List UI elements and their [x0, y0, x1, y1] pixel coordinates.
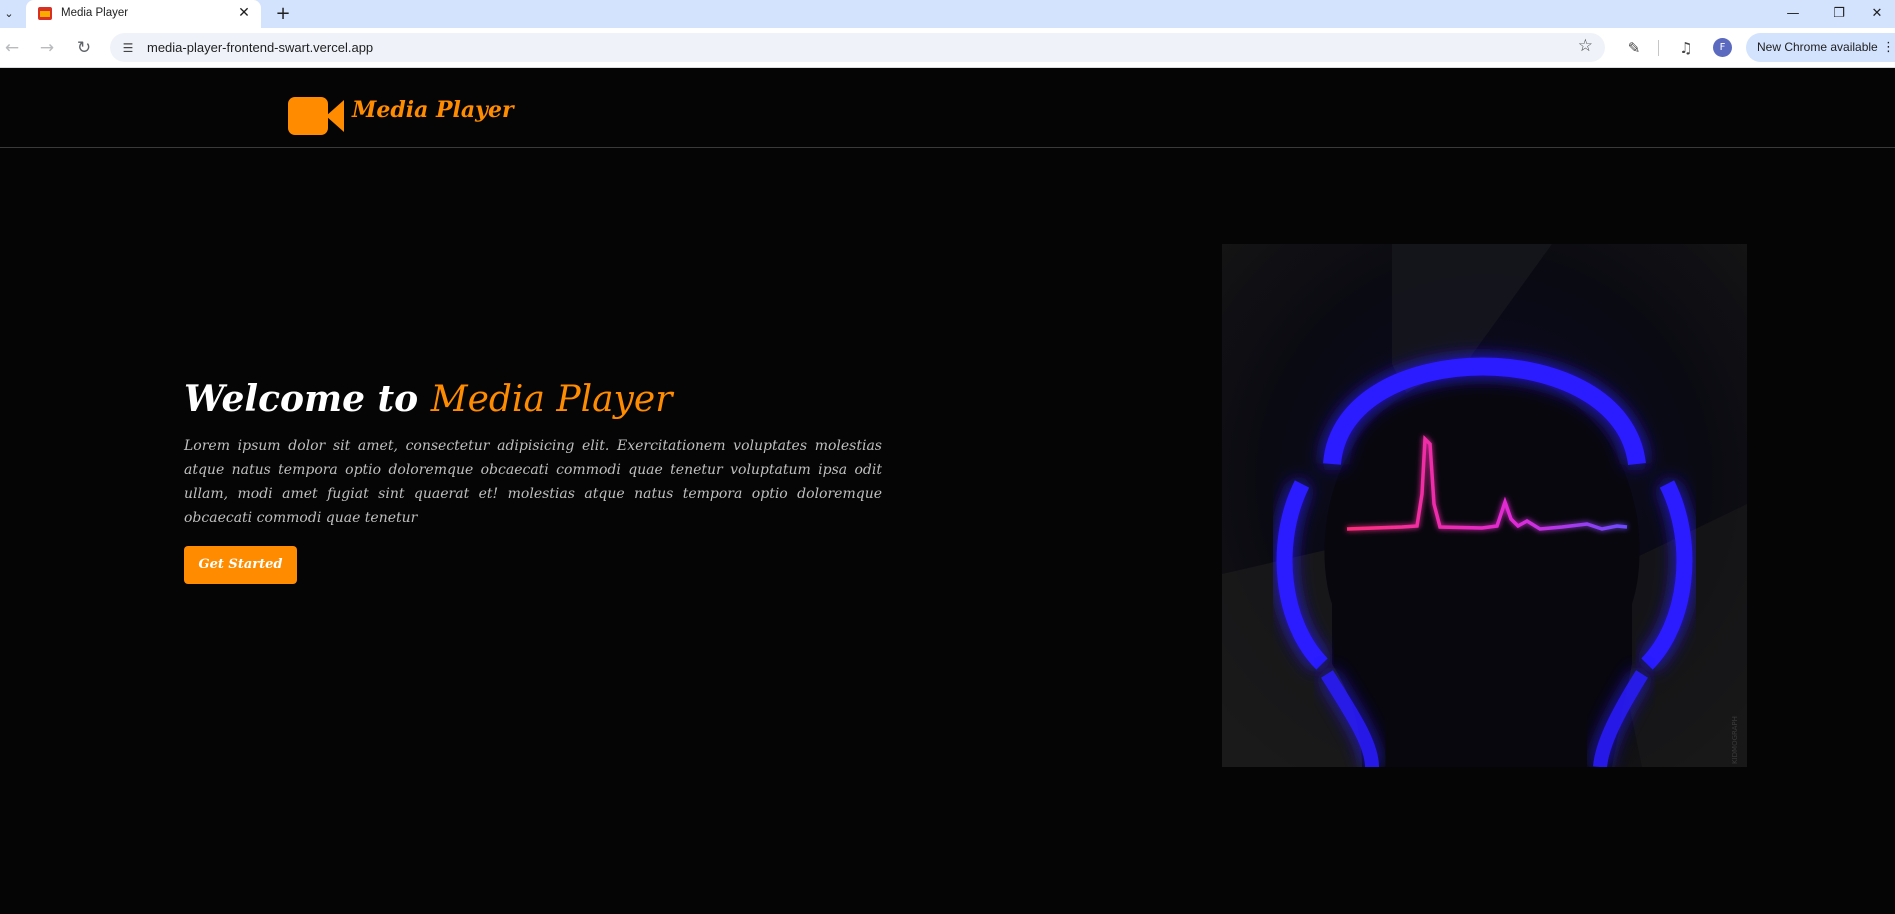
browser-tab-bar: ⌄ Media Player ✕ + — ❐ ✕ [0, 0, 1895, 28]
kebab-menu-icon[interactable]: ⋮ [1882, 40, 1895, 55]
minimize-icon[interactable]: — [1775, 2, 1811, 26]
chrome-update-button[interactable]: New Chrome available ⋮ [1746, 33, 1895, 62]
puzzle-icon[interactable]: ✎ [1622, 36, 1646, 60]
url-text[interactable]: media-player-frontend-swart.vercel.app [147, 40, 373, 55]
media-controls-icon[interactable]: ♫ [1674, 36, 1698, 60]
site-navbar: Media Player [0, 68, 1895, 148]
plus-icon[interactable]: + [272, 3, 294, 25]
tab-title: Media Player [61, 7, 129, 19]
hero-title: Welcome to Media Player [184, 378, 672, 420]
toolbar-divider [1658, 40, 1659, 56]
hero-paragraph: Lorem ipsum dolor sit amet, consectetur … [184, 438, 882, 526]
browser-toolbar: ← → ↻ ☰ media-player-frontend-swart.verc… [0, 28, 1895, 68]
headphones-pulse-image: KIDMOGRAPH [1222, 244, 1747, 767]
tune-icon[interactable]: ☰ [119, 39, 137, 57]
browser-tab[interactable]: Media Player ✕ [26, 0, 261, 28]
chevron-down-icon[interactable]: ⌄ [0, 4, 18, 24]
star-icon[interactable]: ☆ [1578, 36, 1593, 56]
hero-title-accent: Media Player [430, 379, 673, 420]
video-camera-icon[interactable] [288, 97, 344, 135]
get-started-button[interactable]: Get Started [184, 546, 297, 584]
close-icon[interactable]: ✕ [235, 4, 253, 22]
arrow-left-icon[interactable]: ← [0, 36, 24, 60]
restore-icon[interactable]: ❐ [1821, 2, 1857, 26]
profile-avatar[interactable]: F [1713, 38, 1732, 57]
clapperboard-icon [38, 7, 52, 20]
arrow-right-icon[interactable]: → [35, 36, 59, 60]
image-watermark: KIDMOGRAPH [1731, 716, 1739, 764]
hero-title-prefix: Welcome to [184, 378, 431, 420]
update-label: New Chrome available [1757, 40, 1878, 54]
address-bar[interactable]: ☰ media-player-frontend-swart.vercel.app… [110, 33, 1605, 62]
page-content: Media Player Welcome to Media Player Lor… [0, 68, 1895, 914]
window-close-icon[interactable]: ✕ [1859, 2, 1895, 26]
reload-icon[interactable]: ↻ [72, 36, 96, 60]
brand-name[interactable]: Media Player [352, 97, 514, 123]
